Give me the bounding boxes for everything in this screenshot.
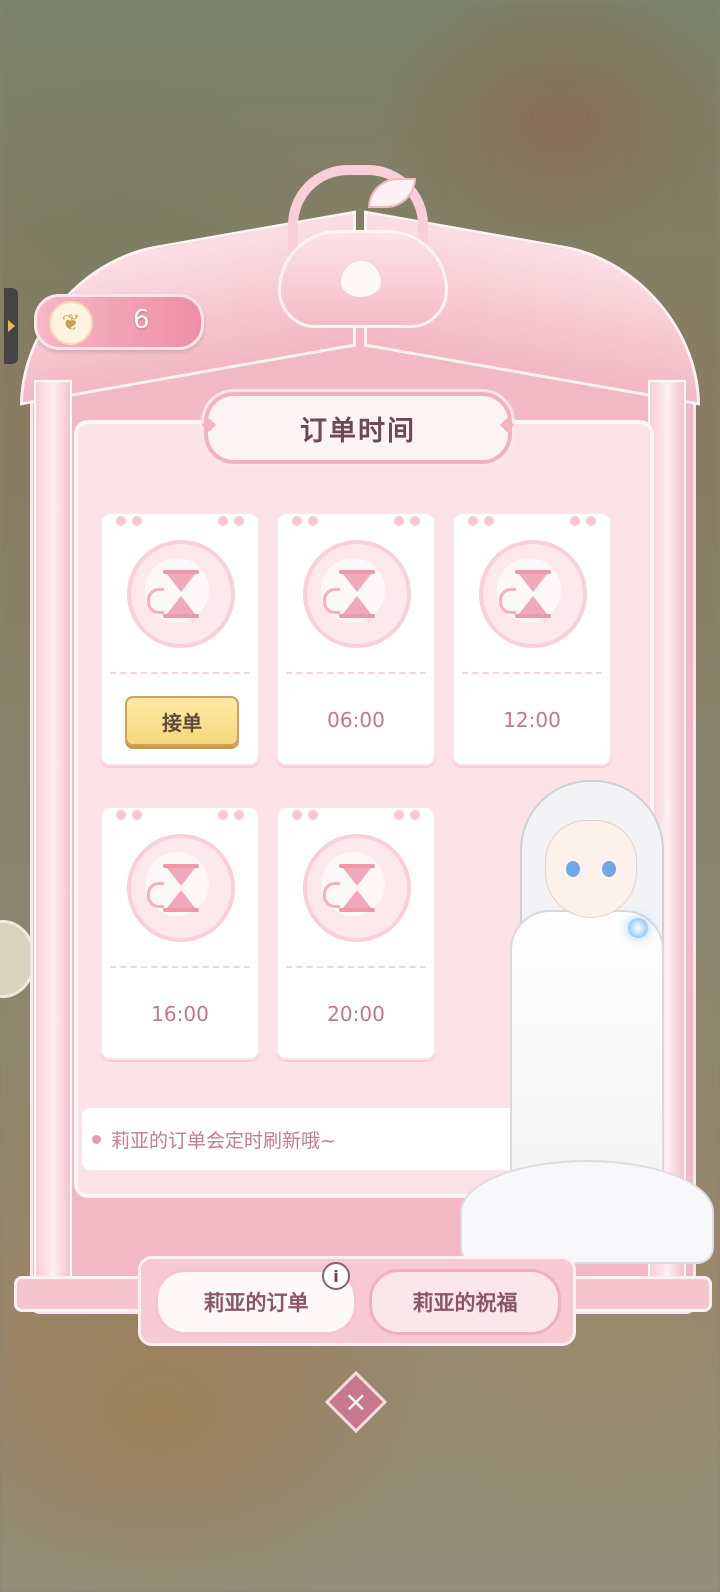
card-pins <box>278 810 434 822</box>
hourglass-icon <box>303 540 411 648</box>
frame-pillar-left <box>34 380 72 1284</box>
hourglass-icon <box>127 834 235 942</box>
side-expand-tab[interactable] <box>4 288 18 364</box>
order-card-1: 接单 <box>100 512 260 766</box>
character-skirt <box>460 1160 714 1264</box>
bottom-tab-bar: 莉亚的订单 莉亚的祝福 <box>138 1256 576 1346</box>
panel-title: 订单时间 <box>204 392 512 464</box>
card-divider <box>110 672 250 674</box>
character-lia <box>450 780 720 1270</box>
accept-order-button[interactable]: 接单 <box>125 696 239 746</box>
currency-badge[interactable]: ❦ 6 <box>34 294 204 350</box>
order-time: 06:00 <box>327 708 385 732</box>
tab-lia-blessing[interactable]: 莉亚的祝福 <box>369 1269 561 1335</box>
bullet-dot <box>92 1134 101 1144</box>
card-pins <box>102 810 258 822</box>
notice-text: 莉亚的订单会定时刷新哦~ <box>111 1129 336 1152</box>
order-time: 12:00 <box>503 708 561 732</box>
card-divider <box>110 966 250 968</box>
card-pins <box>454 516 610 528</box>
character-eye <box>566 861 580 877</box>
currency-count: 6 <box>133 305 150 335</box>
close-icon: × <box>344 1385 368 1418</box>
card-divider <box>286 966 426 968</box>
card-pins <box>102 516 258 528</box>
wing-feather-icon: ❦ <box>49 301 93 345</box>
hourglass-icon <box>127 540 235 648</box>
card-pins <box>278 516 434 528</box>
info-icon[interactable]: i <box>322 1262 350 1290</box>
character-face <box>545 820 637 918</box>
frame-crown-ornament <box>278 230 448 328</box>
order-card-3: 12:00 <box>452 512 612 766</box>
hourglass-icon <box>479 540 587 648</box>
card-divider <box>462 672 602 674</box>
card-divider <box>286 672 426 674</box>
hourglass-icon <box>303 834 411 942</box>
order-card-2: 06:00 <box>276 512 436 766</box>
order-time: 16:00 <box>151 1002 209 1026</box>
gem-brooch <box>628 918 648 938</box>
order-time: 20:00 <box>327 1002 385 1026</box>
character-eye <box>602 861 616 877</box>
order-card-5: 20:00 <box>276 806 436 1060</box>
order-card-4: 16:00 <box>100 806 260 1060</box>
